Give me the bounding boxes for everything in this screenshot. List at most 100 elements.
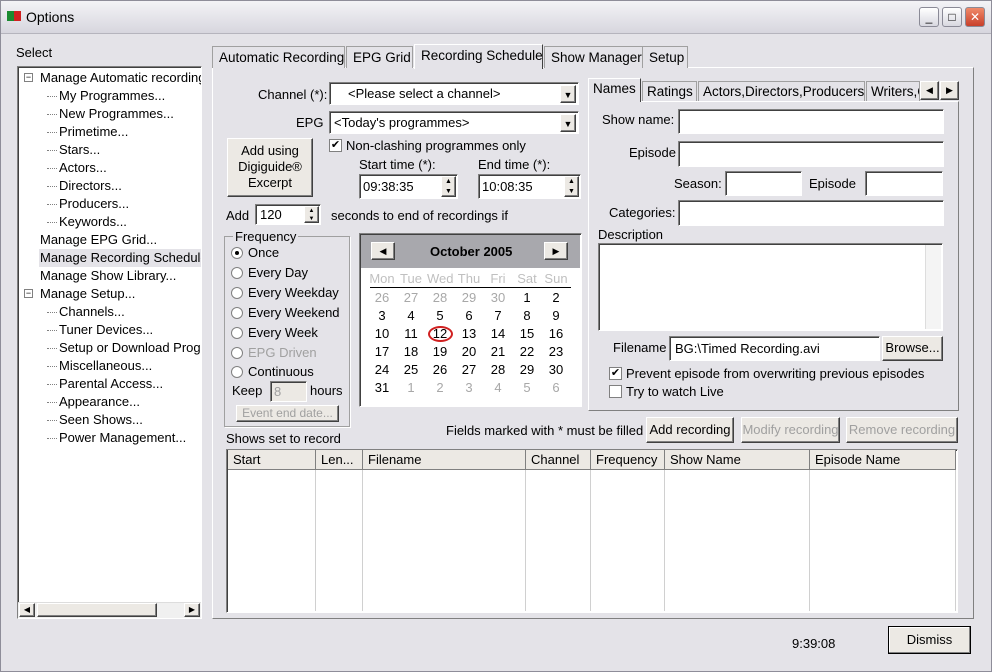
column-header[interactable]: Start xyxy=(228,450,316,470)
tab-automatic-recording[interactable]: Automatic Recording xyxy=(212,46,345,68)
filename-input[interactable]: BG:\Timed Recording.avi xyxy=(669,336,880,361)
column-header[interactable]: Channel xyxy=(526,450,591,470)
calendar-day[interactable]: 18 xyxy=(398,344,424,359)
add-recording-button[interactable]: Add recording xyxy=(646,417,734,443)
tab-epg-grid[interactable]: EPG Grid xyxy=(346,46,413,68)
watch-live-checkbox[interactable] xyxy=(609,385,622,398)
calendar-day[interactable]: 28 xyxy=(485,362,511,377)
start-time-input[interactable]: 09:38:35 ▲ ▼ xyxy=(359,174,458,199)
calendar-day[interactable]: 6 xyxy=(456,308,482,323)
tab-scroll-left[interactable]: ◀ xyxy=(920,81,939,100)
calendar-day[interactable]: 28 xyxy=(427,290,453,305)
spinner[interactable]: ▲ ▼ xyxy=(441,176,456,197)
collapse-icon[interactable]: − xyxy=(24,289,33,298)
prevent-overwrite-checkbox[interactable]: ✔ xyxy=(609,367,622,380)
radio-every-weekend[interactable] xyxy=(231,307,243,319)
calendar-day[interactable]: 3 xyxy=(456,380,482,395)
sidebar-item[interactable]: Channels... xyxy=(58,303,126,321)
calendar-day[interactable]: 1 xyxy=(398,380,424,395)
calendar-day[interactable]: 26 xyxy=(427,362,453,377)
calendar-day[interactable]: 15 xyxy=(514,326,540,341)
episode-input[interactable] xyxy=(678,141,944,167)
calendar-day[interactable]: 1 xyxy=(514,290,540,305)
sidebar-item[interactable]: Seen Shows... xyxy=(58,411,144,429)
prev-month-button[interactable]: ◀ xyxy=(371,242,395,260)
channel-select[interactable]: <Please select a channel> ▼ xyxy=(329,82,579,105)
calendar-day[interactable]: 27 xyxy=(456,362,482,377)
names-tab[interactable]: Names xyxy=(588,78,641,102)
calendar-day[interactable]: 27 xyxy=(398,290,424,305)
browse-button[interactable]: Browse... xyxy=(882,336,943,361)
calendar-day[interactable]: 16 xyxy=(543,326,569,341)
radio-epg-driven[interactable] xyxy=(231,347,243,359)
spinner[interactable]: ▲ ▼ xyxy=(564,176,579,197)
sidebar-item[interactable]: Manage Show Library... xyxy=(39,267,177,285)
calendar-day[interactable]: 9 xyxy=(543,308,569,323)
sidebar-item[interactable]: Manage Setup... xyxy=(39,285,136,303)
sidebar-item[interactable]: Producers... xyxy=(58,195,130,213)
calendar-day[interactable]: 24 xyxy=(369,362,395,377)
calendar-day[interactable]: 2 xyxy=(543,290,569,305)
calendar-day[interactable]: 6 xyxy=(543,380,569,395)
close-button[interactable]: ✕ xyxy=(965,7,985,27)
calendar-day[interactable]: 5 xyxy=(514,380,540,395)
sidebar-item[interactable]: Power Management... xyxy=(58,429,187,447)
collapse-icon[interactable]: − xyxy=(24,73,33,82)
calendar-day[interactable]: 5 xyxy=(427,308,453,323)
description-scrollbar[interactable] xyxy=(925,245,941,329)
sidebar-item[interactable]: Keywords... xyxy=(58,213,128,231)
calendar-day[interactable]: 11 xyxy=(398,326,424,341)
tab-show-manager[interactable]: Show Manager xyxy=(544,46,643,68)
sidebar-item[interactable]: Actors... xyxy=(58,159,108,177)
radio-every-day[interactable] xyxy=(231,267,243,279)
column-header[interactable]: Filename xyxy=(363,450,526,470)
calendar-day[interactable]: 2 xyxy=(427,380,453,395)
calendar-day[interactable]: 14 xyxy=(485,326,511,341)
keep-input[interactable]: 8 xyxy=(270,381,307,402)
calendar-day[interactable]: 31 xyxy=(369,380,395,395)
dismiss-button[interactable]: Dismiss xyxy=(888,626,971,654)
tab-setup[interactable]: Setup xyxy=(642,46,688,68)
minimize-button[interactable]: _ xyxy=(919,7,939,27)
calendar-day[interactable]: 25 xyxy=(398,362,424,377)
scroll-thumb[interactable] xyxy=(37,603,157,617)
epg-select[interactable]: <Today's programmes> ▼ xyxy=(329,111,579,134)
radio-once[interactable] xyxy=(231,247,243,259)
calendar-day[interactable]: 22 xyxy=(514,344,540,359)
spinner[interactable]: ▲ ▼ xyxy=(304,206,319,223)
column-header[interactable]: Len... xyxy=(316,450,363,470)
column-header[interactable]: Show Name xyxy=(665,450,810,470)
names-tab[interactable]: Ratings xyxy=(642,81,697,101)
names-tab[interactable]: Writers,C xyxy=(866,81,920,101)
column-header[interactable]: Frequency xyxy=(591,450,665,470)
sidebar-item[interactable]: My Programmes... xyxy=(58,87,166,105)
calendar-day[interactable]: 30 xyxy=(543,362,569,377)
names-tab[interactable]: Actors,Directors,Producers xyxy=(698,81,865,101)
calendar-day[interactable]: 3 xyxy=(369,308,395,323)
sidebar-item[interactable]: Manage EPG Grid... xyxy=(39,231,158,249)
nonclash-checkbox[interactable]: ✔ xyxy=(329,139,342,152)
calendar-day[interactable]: 30 xyxy=(485,290,511,305)
digiguide-button[interactable]: Add using Digiguide® Excerpt xyxy=(227,138,313,197)
sidebar-item[interactable]: Tuner Devices... xyxy=(58,321,154,339)
sidebar-tree[interactable]: Manage Automatic recording − My Programmes… xyxy=(17,66,202,619)
calendar-day[interactable]: 20 xyxy=(456,344,482,359)
sidebar-item[interactable]: Appearance... xyxy=(58,393,141,411)
calendar-day[interactable]: 4 xyxy=(398,308,424,323)
calendar-day[interactable]: 29 xyxy=(514,362,540,377)
categories-input[interactable] xyxy=(678,200,944,226)
column-header[interactable]: Episode Name xyxy=(810,450,956,470)
sidebar-item[interactable]: Manage Recording Schedule xyxy=(39,249,201,267)
sidebar-item[interactable]: Manage Automatic recording xyxy=(39,69,201,87)
calendar-day[interactable]: 23 xyxy=(543,344,569,359)
season-input[interactable] xyxy=(725,171,802,196)
calendar-day[interactable]: 26 xyxy=(369,290,395,305)
radio-every-week[interactable] xyxy=(231,327,243,339)
add-seconds-input[interactable]: 120 ▲ ▼ xyxy=(255,204,321,225)
calendar-day[interactable]: 21 xyxy=(485,344,511,359)
sidebar-item[interactable]: Directors... xyxy=(58,177,123,195)
next-month-button[interactable]: ▶ xyxy=(544,242,568,260)
chevron-down-icon[interactable]: ▼ xyxy=(560,114,576,132)
calendar-day[interactable]: 13 xyxy=(456,326,482,341)
sidebar-item[interactable]: Primetime... xyxy=(58,123,129,141)
